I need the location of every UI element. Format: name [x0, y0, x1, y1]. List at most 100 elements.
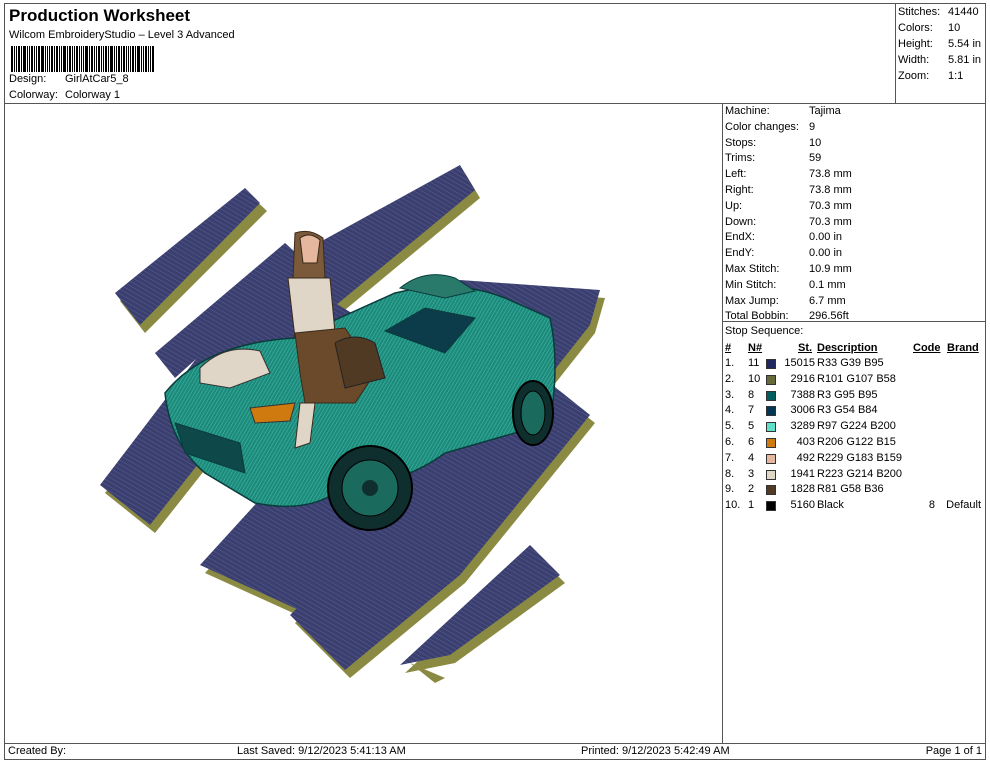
machine-info-row: Down: 70.3 mm	[725, 216, 852, 228]
last-saved: Last Saved: 9/12/2023 5:41:13 AM	[237, 745, 406, 757]
needle-number: 8	[748, 388, 755, 401]
color-description: R229 G183 B159	[817, 451, 903, 464]
row-number: 5.	[725, 420, 735, 433]
info-label: EndY:	[725, 247, 755, 260]
barcode-image	[11, 46, 189, 72]
color-swatch	[766, 501, 776, 512]
design-label: Design:	[9, 73, 47, 85]
stat-label: Colors:	[898, 22, 933, 34]
color-description: R97 G224 B200	[817, 420, 896, 433]
color-swatch	[766, 374, 776, 385]
stop-sequence-row: 3. 8 7388 R3 G95 B95	[723, 389, 985, 405]
stop-sequence-row: 10. 1 5160 Black 8 Default	[723, 499, 985, 515]
color-description: Black	[817, 499, 844, 512]
design-stats: Stitches: 41440 Colors: 10 Height: 5.54 in …	[895, 3, 986, 104]
info-value: 59	[809, 152, 822, 165]
info-value: Tajima	[809, 105, 841, 117]
worksheet-header: Production Worksheet Wilcom EmbroiderySt…	[4, 3, 896, 104]
info-label: Machine:	[725, 105, 770, 117]
color-description: R223 G214 B200	[817, 467, 903, 480]
colorway-value: Colorway 1	[65, 89, 121, 101]
machine-info-row: Max Stitch: 10.9 mm	[725, 263, 852, 275]
color-swatch	[766, 438, 776, 448]
needle-number: 7	[748, 404, 755, 417]
info-value: 73.8 mm	[809, 184, 852, 196]
row-number: 3.	[725, 388, 735, 401]
page-title: Production Worksheet	[9, 6, 191, 25]
color-swatch	[766, 453, 776, 464]
stitch-count: 5160	[790, 499, 815, 512]
col-header-num: #	[725, 342, 732, 354]
machine-info-row: Stops: 10	[725, 137, 821, 149]
stitch-count: 3006	[790, 404, 815, 417]
stat-value: 5.54 in	[948, 38, 982, 50]
row-number: 2.	[725, 372, 735, 385]
needle-number: 10	[748, 372, 761, 385]
info-value: 0.1 mm	[809, 278, 846, 291]
col-header-stitches: St.	[798, 342, 813, 354]
colorway-label: Colorway:	[9, 89, 58, 101]
info-value: 10.9 mm	[809, 263, 852, 275]
stat-value: 1:1	[948, 70, 964, 82]
info-value: 0.00 in	[809, 247, 843, 260]
machine-info-row: EndX: 0.00 in	[725, 231, 842, 243]
machine-info-row: Up: 70.3 mm	[725, 200, 852, 212]
color-swatch	[766, 469, 776, 480]
info-label: Max Stitch:	[725, 263, 780, 275]
info-label: Right:	[725, 184, 754, 196]
info-label: EndX:	[725, 231, 755, 244]
stitch-count: 1828	[790, 483, 815, 496]
col-header-needle: N#	[748, 342, 763, 354]
color-description: R206 G122 B15	[817, 436, 896, 448]
info-value: 73.8 mm	[809, 168, 852, 181]
stat-label: Stitches:	[898, 6, 941, 18]
info-value: 10	[809, 136, 822, 149]
row-number: 1.	[725, 357, 735, 369]
info-value: 0.00 in	[809, 231, 843, 244]
printed-date: Printed: 9/12/2023 5:42:49 AM	[581, 745, 730, 757]
page-number: Page 1 of 1	[925, 745, 982, 757]
color-swatch	[766, 485, 776, 496]
color-swatch	[766, 359, 776, 369]
needle-number: 3	[748, 467, 755, 480]
stat-value: 10	[948, 22, 961, 34]
stat-row: Width: 5.81 in	[898, 54, 981, 66]
color-description: R33 G39 B95	[817, 357, 884, 369]
row-number: 7.	[725, 451, 735, 464]
col-header-code: Code	[913, 342, 941, 354]
stat-label: Height:	[898, 38, 933, 50]
stop-sequence-title: Stop Sequence:	[725, 325, 804, 337]
stitch-count: 3289	[790, 420, 815, 433]
needle-number: 2	[748, 483, 755, 496]
thread-code: 8	[928, 499, 935, 512]
row-number: 4.	[725, 404, 735, 417]
stat-row: Height: 5.54 in	[898, 38, 981, 50]
color-description: R3 G54 B84	[817, 404, 878, 417]
stop-sequence-row: 4. 7 3006 R3 G54 B84	[723, 404, 985, 420]
stop-sequence-row: 1. 11 15015 R33 G39 B95	[723, 357, 985, 373]
info-label: Min Stitch:	[725, 278, 777, 291]
row-number: 8.	[725, 467, 735, 480]
stop-sequence-row: 9. 2 1828 R81 G58 B36	[723, 483, 985, 499]
machine-info-panel: Machine: Tajima Color changes: 9 Stops: 10 Tri…	[722, 103, 986, 744]
info-value: 70.3 mm	[809, 215, 852, 228]
stop-sequence-row: 8. 3 1941 R223 G214 B200	[723, 468, 985, 484]
col-header-description: Description	[817, 342, 878, 354]
info-label: Down:	[725, 215, 757, 228]
needle-number: 11	[748, 357, 760, 369]
stop-sequence-row: 7. 4 492 R229 G183 B159	[723, 452, 985, 468]
colorway-row: Colorway: Colorway 1	[9, 89, 120, 101]
stitch-count: 403	[796, 436, 815, 448]
color-description: R3 G95 B95	[817, 388, 878, 401]
stop-sequence-row: 5. 5 3289 R97 G224 B200	[723, 420, 985, 436]
info-label: Stops:	[725, 136, 757, 149]
worksheet-footer: Created By: Last Saved: 9/12/2023 5:41:1…	[4, 743, 986, 760]
info-value: 6.7 mm	[809, 294, 846, 307]
stitch-count: 492	[796, 451, 815, 464]
machine-info-row: Color changes: 9	[725, 121, 815, 133]
color-swatch	[766, 422, 776, 433]
stat-value: 5.81 in	[948, 54, 982, 66]
needle-number: 6	[748, 436, 755, 448]
divider	[723, 321, 985, 322]
color-swatch	[766, 390, 776, 401]
